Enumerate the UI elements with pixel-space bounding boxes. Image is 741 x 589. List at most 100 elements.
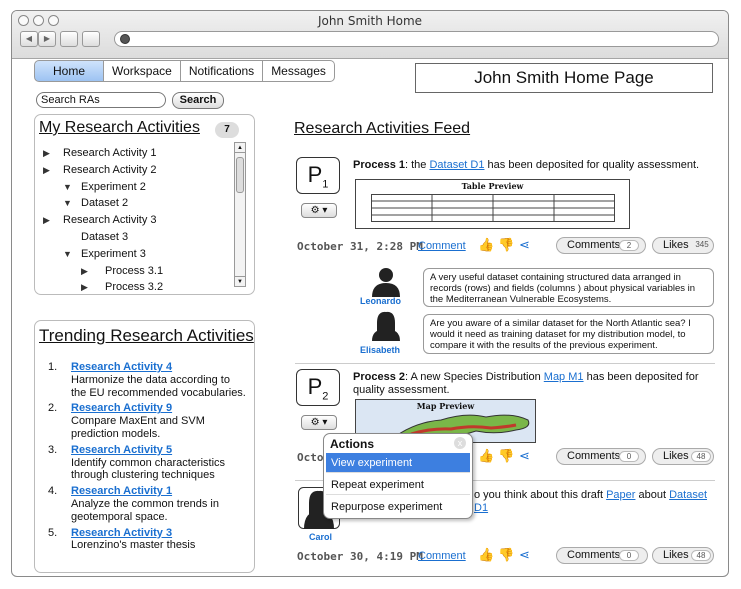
expanded-arrow-icon[interactable]: ▼: [63, 246, 72, 263]
menu-item-repeat-experiment[interactable]: Repeat experiment: [326, 475, 470, 495]
gear-icon: ⚙: [310, 205, 320, 216]
collapsed-arrow-icon[interactable]: ▶: [43, 162, 50, 179]
trending-item-link[interactable]: Research Activity 1: [71, 485, 248, 498]
home-browser-button[interactable]: [82, 31, 100, 47]
trending-item-link[interactable]: Research Activity 5: [71, 444, 248, 457]
address-bar[interactable]: [114, 31, 719, 47]
thumbs-up-icon[interactable]: 👍: [478, 547, 494, 563]
tree-item[interactable]: Dataset 3: [43, 229, 235, 246]
post-1-text: Process 1: the Dataset D1 has been depos…: [353, 159, 700, 171]
search-input[interactable]: Search RAs: [36, 92, 166, 108]
back-button[interactable]: ◀: [20, 31, 38, 47]
search-button[interactable]: Search: [172, 92, 224, 109]
trending-item-description: Analyze the common trends in geotemporal…: [71, 497, 219, 523]
post-2-date: Octo: [297, 451, 324, 464]
globe-icon: [120, 34, 130, 44]
research-count-badge: 7: [215, 122, 239, 138]
share-icon[interactable]: ⋖: [519, 237, 530, 253]
trending-title: Trending Research Activities: [39, 326, 254, 345]
process-1-gear-menu[interactable]: ⚙ ▾: [301, 203, 337, 218]
tree-scrollbar[interactable]: ▲ ▼: [234, 142, 246, 287]
trending-item: 3. Research Activity 5 Identify common cha…: [43, 444, 248, 482]
trending-item: 2. Research Activity 9 Compare MaxEnt and …: [43, 402, 248, 440]
scroll-up-arrow-icon[interactable]: ▲: [235, 143, 245, 153]
table-grid-graphic: [371, 194, 615, 222]
tree-item[interactable]: ▼ Experiment 2: [43, 179, 235, 196]
tree-item[interactable]: ▼ Experiment 3: [43, 246, 235, 263]
process-2-gear-menu[interactable]: ⚙ ▾: [301, 415, 337, 430]
collapsed-arrow-icon[interactable]: ▶: [81, 263, 88, 280]
post-3-comments-count: 0: [619, 550, 639, 561]
trending-list: 1. Research Activity 4 Harmonize the data …: [43, 361, 248, 555]
elisabeth-name[interactable]: Elisabeth: [360, 345, 400, 355]
expanded-arrow-icon[interactable]: ▼: [63, 195, 72, 212]
collapsed-arrow-icon[interactable]: ▶: [43, 212, 50, 229]
tab-home[interactable]: Home: [34, 60, 104, 82]
menu-item-repurpose-experiment[interactable]: Repurpose experiment: [326, 497, 470, 517]
tree-item[interactable]: ▶ Process 3.1: [43, 263, 235, 280]
tab-workspace[interactable]: Workspace: [104, 60, 181, 82]
trending-item-link[interactable]: Research Activity 4: [71, 361, 248, 374]
carol-name[interactable]: Carol: [309, 532, 332, 542]
scroll-down-arrow-icon[interactable]: ▼: [235, 276, 245, 286]
trending-item-number: 2.: [48, 402, 58, 415]
post-1-comments-pill[interactable]: Comments 2: [556, 237, 646, 254]
table-preview[interactable]: Table Preview: [355, 179, 630, 229]
trending-item-number: 1.: [48, 361, 58, 373]
trending-item-link[interactable]: Research Activity 3: [71, 527, 248, 540]
tab-messages[interactable]: Messages: [263, 60, 335, 82]
tree-item-label: Process 3.1: [105, 264, 164, 277]
map-m1-link[interactable]: Map M1: [544, 371, 584, 383]
post-2-likes-pill[interactable]: Likes 48: [652, 448, 714, 465]
menu-item-view-experiment[interactable]: View experiment: [326, 453, 470, 473]
share-icon[interactable]: ⋖: [519, 448, 530, 464]
post-2-comments-pill[interactable]: Comments 0: [556, 448, 646, 465]
thumbs-down-icon[interactable]: 👎: [498, 547, 514, 563]
my-research-panel: My Research Activities 7 ▶ Research Activ…: [34, 114, 255, 295]
trending-item-link[interactable]: Research Activity 9: [71, 402, 248, 415]
tree-item-label: Research Activity 3: [63, 214, 157, 227]
tree-item[interactable]: ▶ Research Activity 3: [43, 212, 235, 229]
process-1-badge: P1: [296, 157, 340, 194]
collapsed-arrow-icon[interactable]: ▶: [43, 145, 50, 162]
leonardo-name[interactable]: Leonardo: [360, 296, 401, 306]
post-1-likes-count: 345: [695, 240, 709, 249]
thumbs-down-icon[interactable]: 👎: [498, 448, 514, 464]
trending-item: 4. Research Activity 1 Analyze the common …: [43, 485, 248, 523]
tree-item-label: Dataset 2: [81, 197, 129, 210]
tree-item[interactable]: ▶ Research Activity 1: [43, 145, 235, 162]
leonardo-comment: A very useful dataset containing structu…: [423, 268, 714, 307]
chevron-down-icon: ▾: [322, 205, 328, 216]
trending-item-number: 5.: [48, 526, 58, 539]
post-2-comments-count: 0: [619, 451, 639, 462]
tree-item-label: Process 3.2: [105, 281, 164, 294]
forward-button[interactable]: ▶: [38, 31, 56, 47]
tree-item[interactable]: ▼ Dataset 2: [43, 195, 235, 212]
dataset-d1-link[interactable]: Dataset D1: [429, 159, 484, 171]
close-icon[interactable]: x: [454, 437, 466, 449]
scroll-thumb[interactable]: [236, 157, 244, 193]
post-3-comment-link[interactable]: Comment: [418, 550, 466, 562]
share-icon[interactable]: ⋖: [519, 547, 530, 563]
paper-link[interactable]: Paper: [606, 489, 635, 501]
tree-item[interactable]: ▶ Process 3.2: [43, 279, 235, 296]
tab-notifications[interactable]: Notifications: [180, 60, 264, 82]
collapsed-arrow-icon[interactable]: ▶: [81, 279, 88, 296]
trending-item: 1. Research Activity 4 Harmonize the data …: [43, 361, 248, 399]
tree-item[interactable]: ▶ Research Activity 2: [43, 162, 235, 179]
trending-item-number: 4.: [48, 485, 58, 498]
post-3-likes-count: 48: [691, 550, 711, 561]
trending-item-description: Compare MaxEnt and SVM prediction models…: [71, 415, 205, 440]
thumbs-down-icon[interactable]: 👎: [498, 237, 514, 253]
post-3-text: o you think about this draft Paper about…: [474, 489, 708, 514]
post-3-likes-pill[interactable]: Likes 48: [652, 547, 714, 564]
thumbs-up-icon[interactable]: 👍: [478, 237, 494, 253]
post-1-comment-link[interactable]: Comment: [418, 240, 466, 252]
expanded-arrow-icon[interactable]: ▼: [63, 179, 72, 196]
thumbs-up-icon[interactable]: 👍: [478, 448, 494, 464]
post-1-likes-pill[interactable]: Likes 345: [652, 237, 714, 254]
post-1-date: October 31, 2:28 PM: [297, 240, 423, 253]
feed-title: Research Activities Feed: [294, 120, 471, 137]
reload-button[interactable]: [60, 31, 78, 47]
post-3-comments-pill[interactable]: Comments 0: [556, 547, 648, 564]
